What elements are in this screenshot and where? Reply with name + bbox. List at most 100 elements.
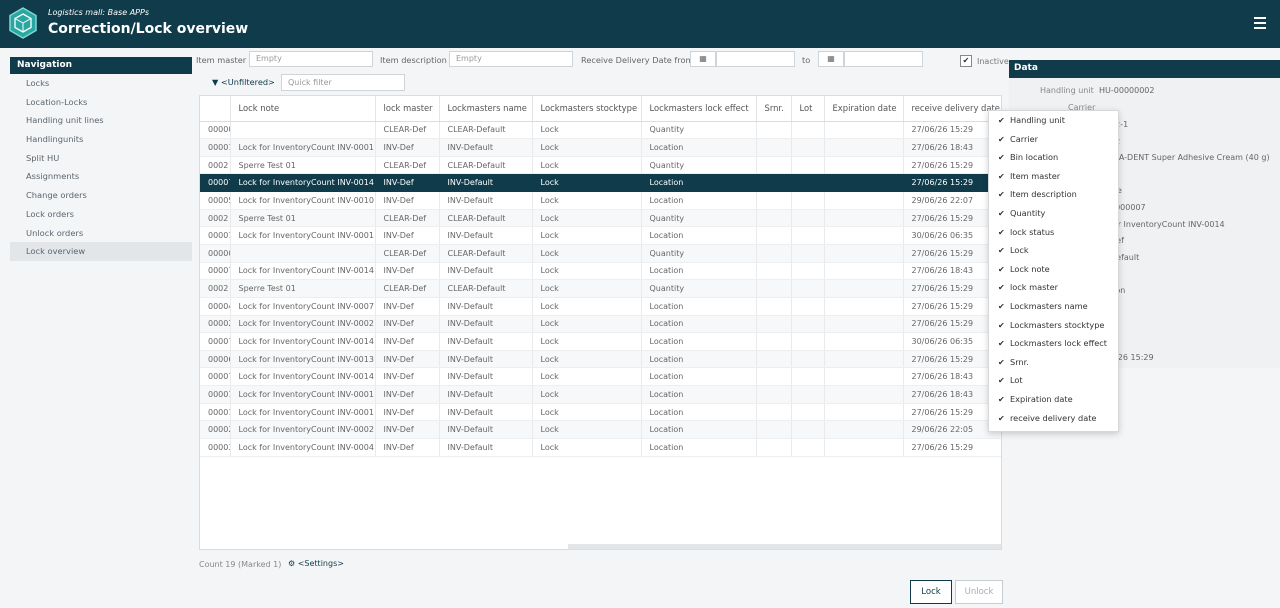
sidebar-item[interactable]: Handling unit lines: [10, 111, 192, 130]
column-toggle-label: Quantity: [1010, 207, 1046, 218]
table-cell: Lock for InventoryCount INV-0014: [230, 262, 376, 281]
table-cell: [791, 438, 825, 457]
table-cell: [791, 403, 825, 422]
table-cell: Lock for InventoryCount INV-0004: [230, 438, 376, 457]
sidebar-item[interactable]: Locks: [10, 74, 192, 93]
column-toggle-item[interactable]: ✔ receive delivery date: [989, 409, 1118, 428]
column-toggle-item[interactable]: ✔ Lockmasters name: [989, 297, 1118, 316]
table-cell: [791, 156, 825, 175]
sidebar-item[interactable]: Change orders: [10, 186, 192, 205]
column-header[interactable]: Expiration date: [824, 96, 904, 122]
column-toggle-item[interactable]: ✔ lock master: [989, 278, 1118, 297]
table-row[interactable]: 00006Lock for InventoryCount INV-0013INV…: [200, 350, 1001, 369]
table-row[interactable]: 000000 CLEAR-DefCLEAR-DefaultLockQuantity…: [200, 244, 1001, 263]
column-toggle-item[interactable]: ✔ Quantity: [989, 204, 1118, 223]
column-header[interactable]: Lockmasters lock effect: [641, 96, 757, 122]
table-cell: 27/06/26 15:29: [903, 438, 1001, 457]
table-cell: Quantity: [641, 121, 757, 140]
table-row[interactable]: 00007Lock for InventoryCount INV-0014INV…: [200, 332, 1001, 351]
quick-filter-input[interactable]: Quick filter: [281, 74, 405, 91]
column-header[interactable]: [200, 96, 231, 122]
table-row[interactable]: 00004Lock for InventoryCount INV-0007INV…: [200, 297, 1001, 316]
column-toggle-item[interactable]: ✔ Lock note: [989, 260, 1118, 279]
column-toggle-item[interactable]: ✔ Lock: [989, 241, 1118, 260]
table-cell: Lock: [532, 367, 642, 387]
column-toggle-item[interactable]: ✔ Item master: [989, 167, 1118, 186]
item-description-input[interactable]: Empty: [449, 51, 573, 67]
sidebar-item[interactable]: Lock overview: [10, 242, 192, 261]
column-toggle-item[interactable]: ✔ lock status: [989, 223, 1118, 242]
table-row[interactable]: 00002Lock for InventoryCount INV-0002INV…: [200, 420, 1001, 440]
sidebar-item[interactable]: Split HU: [10, 149, 192, 168]
table-row[interactable]: 00007Lock for InventoryCount INV-0014INV…: [200, 367, 1001, 387]
table-cell: INV-Default: [439, 191, 533, 210]
column-header[interactable]: Lot: [791, 96, 825, 122]
lock-button[interactable]: Lock: [910, 580, 952, 604]
column-header[interactable]: Srnr.: [756, 96, 792, 122]
table-row[interactable]: 00007Lock for InventoryCount INV-0014INV…: [200, 173, 1001, 193]
inactive-checkbox[interactable]: ✔: [960, 55, 972, 67]
table-row[interactable]: 0002 Sperre Test 01 CLEAR-Def CLEAR-Default…: [200, 279, 1001, 298]
column-header[interactable]: Lock note: [230, 96, 376, 122]
sidebar-item[interactable]: Assignments: [10, 167, 192, 186]
table-cell: Lock: [532, 209, 642, 228]
calendar-icon[interactable]: ▦: [690, 51, 716, 67]
table-cell: 0002: [200, 279, 231, 298]
table-row[interactable]: 00001Lock for InventoryCount INV-0001INV…: [200, 226, 1001, 245]
horizontal-scrollbar[interactable]: [568, 544, 1001, 549]
table-row[interactable]: 00001Lock for InventoryCount INV-0001INV…: [200, 403, 1001, 422]
table-cell: Lock: [532, 403, 642, 422]
settings-link[interactable]: ⚙ <Settings>: [288, 559, 344, 568]
hamburger-menu-icon[interactable]: [1254, 17, 1266, 29]
column-toggle-item[interactable]: ✔ Handling unit: [989, 111, 1118, 130]
column-toggle-item[interactable]: ✔ Lockmasters lock effect: [989, 334, 1118, 353]
filter-toggle[interactable]: ▼ <Unfiltered>: [212, 77, 275, 87]
table-cell: 0002: [200, 209, 231, 228]
column-toggle-item[interactable]: ✔ Lockmasters stocktype: [989, 316, 1118, 335]
table-cell: [756, 403, 792, 422]
column-toggle-item[interactable]: ✔ Lot: [989, 371, 1118, 390]
column-toggle-item[interactable]: ✔ Bin location: [989, 148, 1118, 167]
table-cell: [824, 403, 904, 422]
table-row[interactable]: 000000 CLEAR-DefCLEAR-DefaultLockQuantity…: [200, 121, 1001, 140]
sidebar-item[interactable]: Handlingunits: [10, 130, 192, 149]
table-row[interactable]: 0002 Sperre Test 01 CLEAR-Def CLEAR-Default…: [200, 209, 1001, 228]
column-header[interactable]: Lockmasters name: [439, 96, 533, 122]
column-toggle-item[interactable]: ✔ Carrier: [989, 130, 1118, 149]
table-row[interactable]: 00003Lock for InventoryCount INV-0004INV…: [200, 438, 1001, 457]
column-header[interactable]: Lockmasters stocktype: [532, 96, 642, 122]
sidebar-item[interactable]: Unlock orders: [10, 224, 192, 243]
table-row[interactable]: 00001Lock for InventoryCount INV-0001INV…: [200, 385, 1001, 404]
table-row[interactable]: 00002Lock for InventoryCount INV-0002INV…: [200, 315, 1001, 334]
table-cell: [756, 121, 792, 140]
table-row[interactable]: 0002 Sperre Test 01 CLEAR-Def CLEAR-Default…: [200, 156, 1001, 175]
table-cell: [824, 420, 904, 440]
table-row[interactable]: 00007Lock for InventoryCount INV-0014INV…: [200, 262, 1001, 281]
column-toggle-item[interactable]: ✔ Srnr.: [989, 353, 1118, 372]
table-cell: INV-Def: [375, 315, 440, 334]
table-cell: [791, 297, 825, 316]
table-cell: 00001: [200, 385, 231, 404]
table-cell: Location: [641, 420, 757, 440]
table-cell: Lock: [532, 385, 642, 404]
date-to-input[interactable]: [844, 51, 923, 67]
sidebar-item[interactable]: Lock orders: [10, 205, 192, 224]
table-cell: 00007: [200, 173, 231, 193]
unlock-button[interactable]: Unlock: [955, 580, 1003, 604]
column-toggle-item[interactable]: ✔ Expiration date: [989, 390, 1118, 409]
table-row[interactable]: 00005Lock for InventoryCount INV-0010INV…: [200, 191, 1001, 210]
table-cell: 00001: [200, 403, 231, 422]
item-master-input[interactable]: Empty: [249, 51, 373, 67]
table-cell: [824, 438, 904, 457]
table-cell: Lock: [532, 315, 642, 334]
column-header[interactable]: lock master: [375, 96, 440, 122]
column-toggle-label: Item master: [1010, 170, 1061, 181]
calendar-icon[interactable]: ▦: [818, 51, 844, 67]
table-cell: 00002: [200, 420, 231, 440]
table-cell: [791, 420, 825, 440]
table-row[interactable]: 00001Lock for InventoryCount INV-0001INV…: [200, 138, 1001, 157]
sidebar-item[interactable]: Location-Locks: [10, 93, 192, 112]
column-toggle-item[interactable]: ✔ Item description: [989, 185, 1118, 204]
settings-label: <Settings>: [297, 559, 344, 568]
date-from-input[interactable]: [716, 51, 795, 67]
